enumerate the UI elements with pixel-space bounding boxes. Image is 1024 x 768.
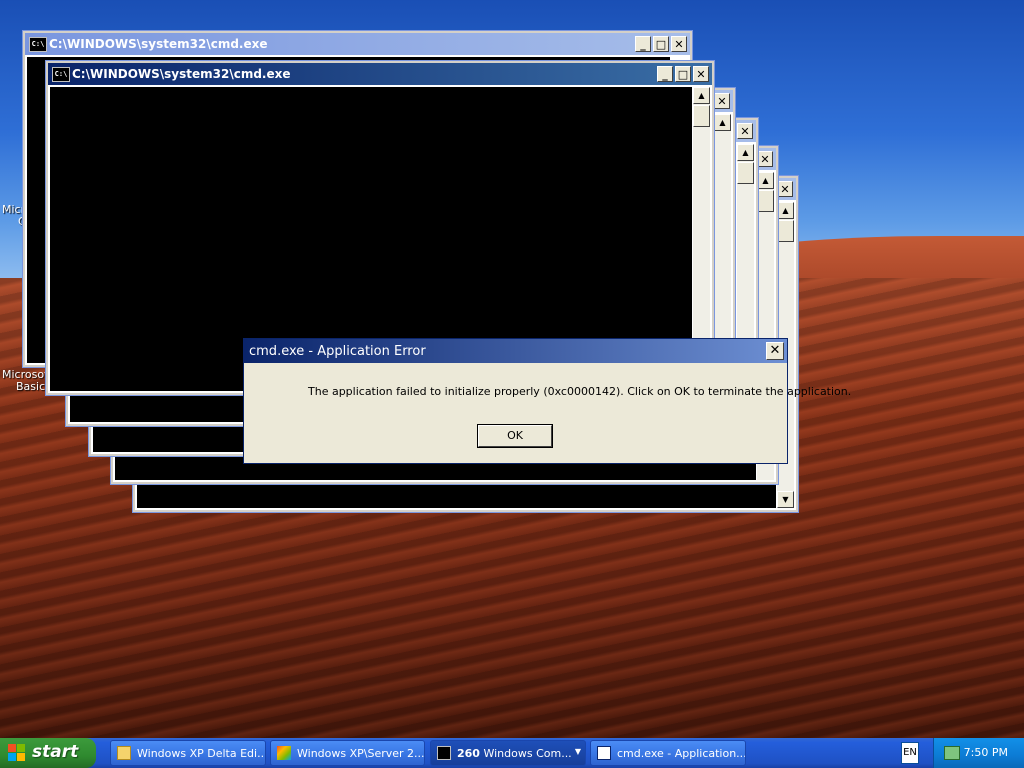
desktop-icon-label-4[interactable]: Basic [16, 380, 45, 393]
system-tray: 7:50 PM [933, 738, 1024, 768]
taskbar-item-server[interactable]: Windows XP\Server 2... [270, 740, 425, 766]
scroll-up-arrow-icon[interactable]: ▲ [737, 144, 754, 161]
console-icon: C:\ [52, 67, 70, 82]
scroll-thumb[interactable] [693, 105, 710, 127]
scroll-up-arrow-icon[interactable]: ▲ [693, 87, 710, 104]
close-button[interactable]: ✕ [737, 123, 753, 139]
title-bar[interactable]: C:\ C:\WINDOWS\system32\cmd.exe _ □ ✕ [48, 63, 712, 85]
close-button[interactable]: ✕ [757, 151, 773, 167]
window-title: C:\WINDOWS\system32\cmd.exe [72, 67, 291, 81]
scroll-up-arrow-icon[interactable]: ▲ [777, 202, 794, 219]
clock[interactable]: 7:50 PM [964, 746, 1008, 759]
dialog-close-button[interactable]: ✕ [766, 342, 784, 360]
taskbar-item-console-group[interactable]: 260 Windows Com... ▼ [430, 740, 586, 766]
taskbar-item-label: Windows XP Delta Edi... [137, 747, 266, 760]
close-button[interactable]: ✕ [714, 93, 730, 109]
window-title: C:\WINDOWS\system32\cmd.exe [49, 37, 268, 51]
close-button[interactable]: ✕ [671, 36, 687, 52]
console-icon [437, 746, 451, 760]
start-button[interactable]: start [0, 738, 96, 768]
language-indicator[interactable]: EN [901, 742, 919, 764]
taskbar-item-label: Windows XP\Server 2... [297, 747, 425, 760]
start-label: start [32, 742, 79, 762]
title-bar[interactable]: C:\ C:\WINDOWS\system32\cmd.exe _ □ ✕ [25, 33, 690, 55]
scroll-down-arrow-icon[interactable]: ▼ [777, 491, 794, 508]
scroll-thumb[interactable] [777, 220, 794, 242]
folder-icon [117, 746, 131, 760]
close-button[interactable]: ✕ [777, 181, 793, 197]
scroll-up-arrow-icon[interactable]: ▲ [757, 172, 774, 189]
scroll-thumb[interactable] [737, 162, 754, 184]
maximize-button[interactable]: □ [675, 66, 691, 82]
taskbar-item-error-dialog[interactable]: cmd.exe - Application... [590, 740, 746, 766]
dialog-title-bar[interactable]: cmd.exe - Application Error ✕ [244, 339, 787, 363]
desktop-background: Microsof C Microsoft Basic □✕ ▲ ▼ ✕ ▲ □✕… [0, 0, 1024, 738]
error-message: The application failed to initialize pro… [308, 385, 852, 398]
window-icon [597, 746, 611, 760]
windows-logo-icon [8, 744, 26, 762]
network-icon[interactable] [944, 746, 960, 760]
minimize-button[interactable]: _ [635, 36, 651, 52]
close-button[interactable]: ✕ [693, 66, 709, 82]
scroll-thumb[interactable] [757, 190, 774, 212]
taskbar: start Windows XP Delta Edi... Windows XP… [0, 738, 1024, 768]
taskbar-item-label: cmd.exe - Application... [617, 747, 746, 760]
taskbar-item-explorer[interactable]: Windows XP Delta Edi... [110, 740, 266, 766]
minimize-button[interactable]: _ [657, 66, 673, 82]
app-icon [277, 746, 291, 760]
application-error-dialog[interactable]: cmd.exe - Application Error ✕ The applic… [243, 338, 851, 464]
ok-button[interactable]: OK [478, 425, 552, 447]
dialog-title: cmd.exe - Application Error [249, 344, 426, 359]
chevron-down-icon: ▼ [574, 747, 581, 756]
taskbar-item-label: 260 Windows Com... [457, 747, 572, 760]
maximize-button[interactable]: □ [653, 36, 669, 52]
console-icon: C:\ [29, 37, 47, 52]
scroll-up-arrow-icon[interactable]: ▲ [714, 114, 731, 131]
